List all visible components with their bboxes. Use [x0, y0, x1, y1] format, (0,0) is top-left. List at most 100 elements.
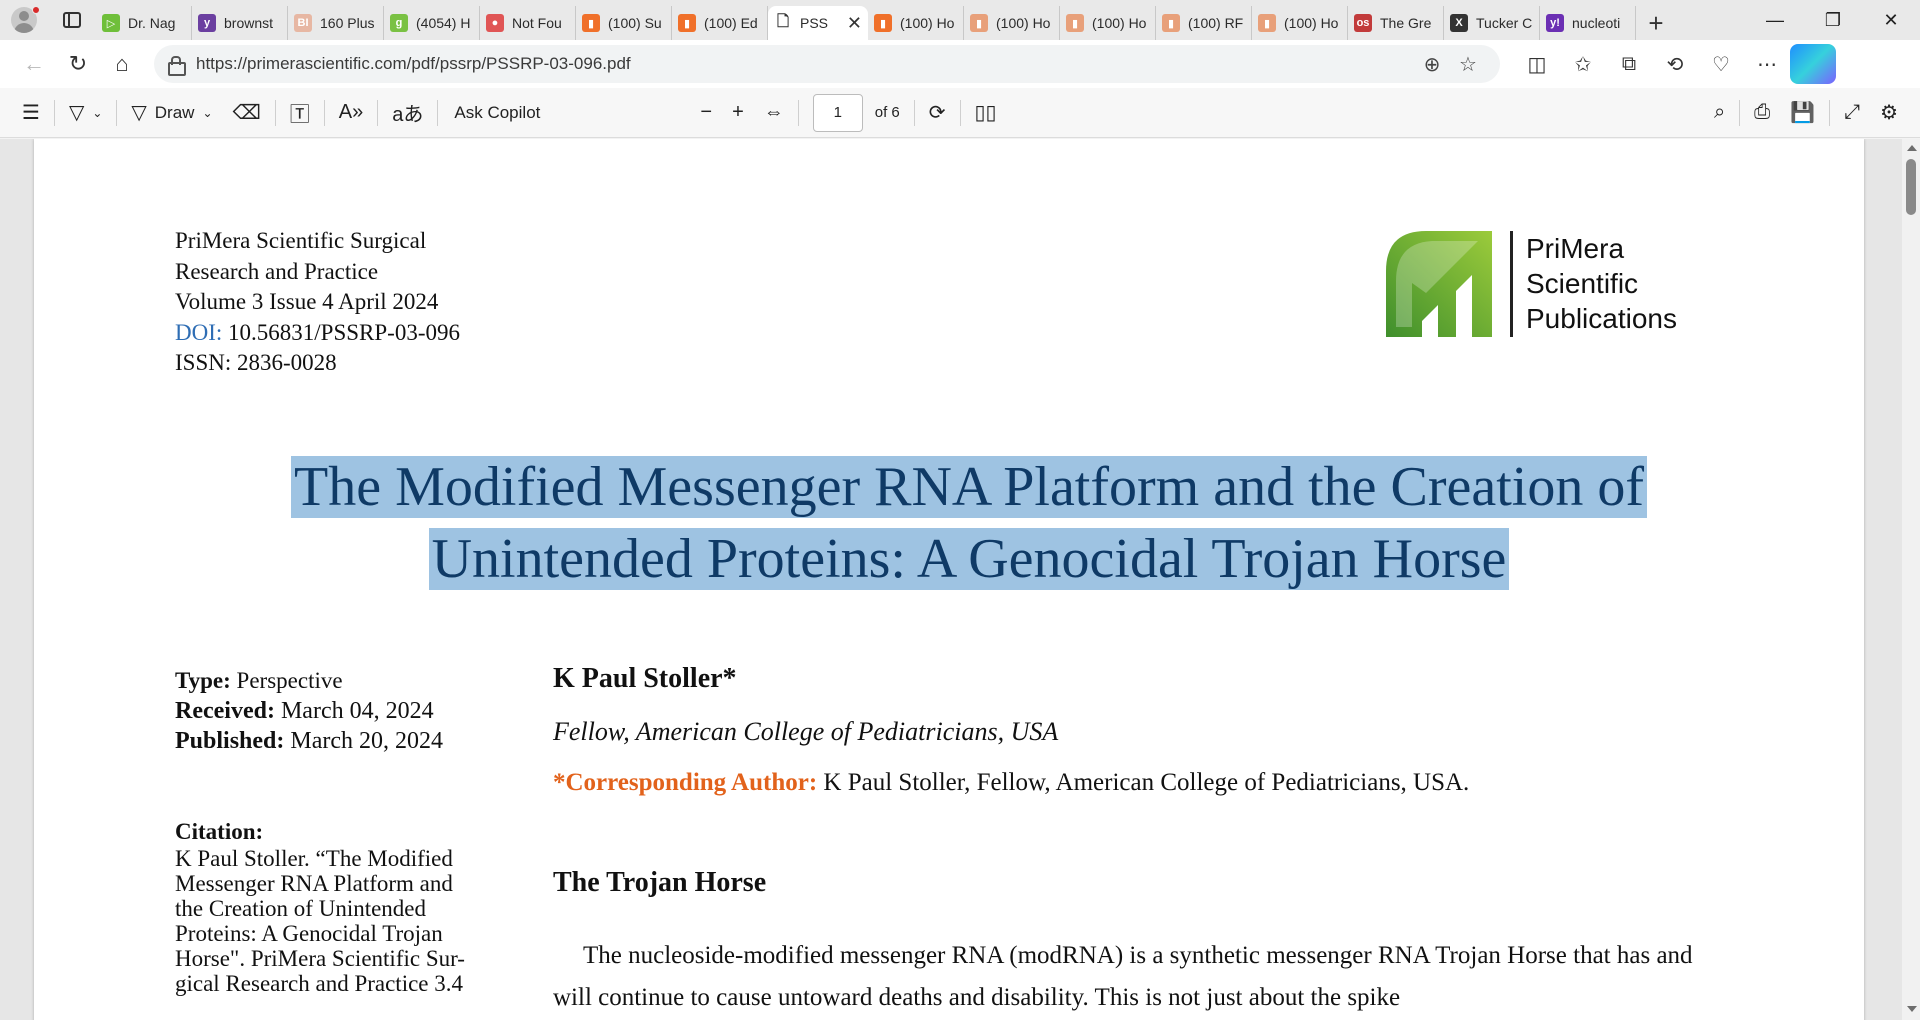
split-screen-icon[interactable]: ◫ [1514, 44, 1560, 84]
tab-active[interactable]: 🗋 PSS ✕ [768, 6, 868, 40]
zoom-out-button[interactable]: − [690, 93, 722, 133]
favorite-star-icon[interactable]: ☆ [1450, 52, 1486, 77]
browser-tab[interactable]: ▮ (100) Ho [868, 6, 964, 40]
tab-label: (100) Ho [900, 15, 955, 31]
lock-icon[interactable] [168, 56, 186, 76]
page-view-button[interactable]: ▯▯ [965, 93, 1007, 133]
separator [797, 99, 799, 126]
ask-copilot-button[interactable]: Ask Copilot [442, 93, 550, 133]
collections-icon[interactable]: ⧉ [1606, 44, 1652, 84]
scroll-down-icon[interactable] [1907, 1006, 1917, 1012]
translate-button[interactable]: aあ [382, 93, 433, 133]
profile-button[interactable] [0, 0, 48, 40]
search-button[interactable]: ⌕ [1704, 93, 1735, 133]
settings-button[interactable]: ⚙ [1870, 93, 1908, 133]
tab-actions-icon [63, 12, 81, 28]
tab-favicon-icon: ▮ [678, 14, 696, 32]
erase-button[interactable]: ⌫ [223, 93, 271, 133]
page-total: of 6 [874, 104, 900, 121]
article-meta: Type: Perspective Received: March 04, 20… [175, 666, 443, 756]
contents-icon[interactable]: ☰ [12, 93, 50, 133]
issn: ISSN: 2836-0028 [175, 350, 337, 375]
received-value: March 04, 2024 [274, 698, 434, 724]
tab-label: brownst [224, 15, 274, 31]
translate-icon: aあ [392, 104, 424, 126]
close-window-button[interactable]: ✕ [1862, 0, 1920, 40]
browser-tab[interactable]: ▮ (100) Ho [1060, 6, 1156, 40]
window-controls: — ❐ ✕ [1746, 0, 1920, 40]
more-menu-icon[interactable]: ⋯ [1744, 44, 1790, 84]
browser-tab[interactable]: ▮ (100) RF [1156, 6, 1252, 40]
highlight-button[interactable]: ▽ ⌄ [59, 93, 112, 133]
browser-tab[interactable]: BI 160 Plus [288, 6, 384, 40]
separator [913, 99, 915, 126]
browser-tab[interactable]: os The Gre [1348, 6, 1444, 40]
address-bar[interactable]: https://primerascientific.com/pdf/pssrp/… [154, 45, 1500, 83]
tab-favicon-icon: y! [1546, 14, 1564, 32]
back-button[interactable]: ← [12, 44, 56, 84]
history-icon[interactable]: ⟲ [1652, 44, 1698, 84]
browser-tab[interactable]: X Tucker C [1444, 6, 1540, 40]
tab-actions-button[interactable] [48, 0, 96, 40]
save-button[interactable]: 💾 [1780, 93, 1825, 133]
rotate-button[interactable]: ⟳ [919, 93, 956, 133]
browser-tab[interactable]: ● Not Fou [480, 6, 576, 40]
tab-favicon-icon: ▷ [102, 14, 120, 32]
body-paragraph: The nucleoside-modified messenger RNA (m… [553, 942, 1693, 1011]
corresponding-text: K Paul Stoller, Fellow, American College… [817, 769, 1470, 796]
doi-label[interactable]: DOI: [175, 320, 222, 345]
separator [437, 99, 439, 126]
new-tab-button[interactable]: + [1636, 6, 1676, 40]
print-icon: ⎙ [1754, 101, 1771, 123]
home-button[interactable]: ⌂ [100, 44, 144, 84]
fullscreen-button[interactable]: ⤢ [1834, 93, 1870, 133]
pdf-toolbar: ☰ ▽ ⌄ ▽ Draw ⌄ ⌫ 🅃 A» aあ Ask Copilot − + ⇔ … [0, 88, 1920, 138]
tab-label: Dr. Nag [128, 15, 176, 31]
browser-tab[interactable]: ▮ (100) Su [576, 6, 672, 40]
refresh-button[interactable]: ↻ [56, 44, 100, 84]
pdf-viewer[interactable]: PriMera Scientific Surgical Research and… [0, 139, 1920, 1020]
copilot-button[interactable] [1790, 44, 1836, 84]
zoom-in-button[interactable]: + [722, 93, 754, 133]
scrollbar-thumb[interactable] [1906, 159, 1916, 215]
page-number-input[interactable]: 1 [812, 93, 863, 132]
print-button[interactable]: ⎙ [1744, 93, 1780, 133]
publisher-logo: PriMera Scientific Publications [1386, 231, 1716, 337]
ask-copilot-label: Ask Copilot [454, 102, 541, 122]
tab-label: 160 Plus [320, 15, 375, 31]
published-line: Published: March 20, 2024 [175, 726, 443, 756]
search-icon: ⌕ [1713, 101, 1726, 123]
chevron-down-icon: ⌄ [202, 105, 213, 120]
vertical-scrollbar[interactable] [1902, 139, 1920, 1020]
browser-tab[interactable]: ▮ (100) Ho [964, 6, 1060, 40]
url-text[interactable]: https://primerascientific.com/pdf/pssrp/… [196, 54, 1414, 74]
close-tab-icon[interactable]: ✕ [843, 13, 862, 34]
section-heading: The Trojan Horse [553, 867, 767, 898]
favorites-icon[interactable]: ✩ [1560, 44, 1606, 84]
browser-tab[interactable]: y! nucleoti [1540, 6, 1636, 40]
title-line-2: Unintended Proteins: A Genocidal Trojan … [428, 528, 1510, 590]
logo-wordmark: PriMera Scientific Publications [1526, 231, 1677, 336]
restore-button[interactable]: ❐ [1804, 0, 1862, 40]
scroll-up-icon[interactable] [1907, 145, 1917, 151]
browser-tab[interactable]: ▮ (100) Ho [1252, 6, 1348, 40]
browser-tab[interactable]: y brownst [192, 6, 288, 40]
doi-value: 10.56831/PSSRP-03-096 [222, 319, 460, 345]
add-text-button[interactable]: 🅃 [280, 93, 320, 133]
chevron-down-icon: ⌄ [92, 105, 103, 120]
fit-width-button[interactable]: ⇔ [754, 93, 794, 133]
draw-button[interactable]: ▽ Draw ⌄ [121, 93, 222, 133]
tab-label: Tucker C [1476, 15, 1533, 31]
type-value: Perspective [230, 668, 343, 693]
notification-dot [32, 6, 40, 14]
read-aloud-icon: A» [338, 101, 364, 123]
browser-tab[interactable]: g (4054) H [384, 6, 480, 40]
browser-tab[interactable]: ▮ (100) Ed [672, 6, 768, 40]
tab-label: (100) Ho [1092, 15, 1147, 31]
browser-tab[interactable]: ▷ Dr. Nag [96, 6, 192, 40]
minimize-button[interactable]: — [1746, 0, 1804, 40]
zoom-icon[interactable]: ⊕ [1414, 52, 1450, 77]
read-aloud-button[interactable]: A» [329, 93, 373, 133]
browser-essentials-icon[interactable]: ♡ [1698, 44, 1744, 84]
journal-name-line-2: Research and Practice [175, 258, 379, 284]
